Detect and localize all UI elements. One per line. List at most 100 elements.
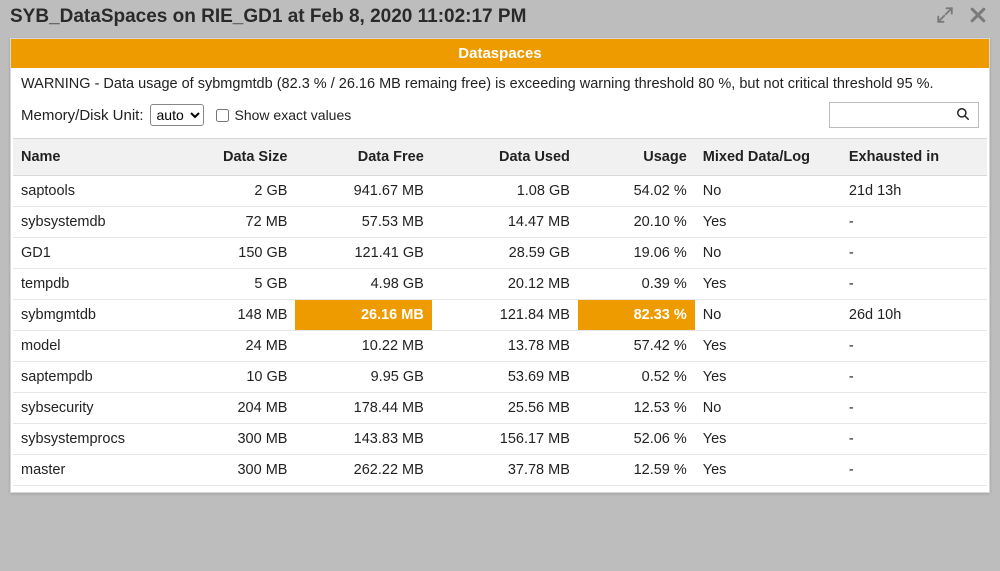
cell-data_free: 57.53 MB	[295, 207, 431, 238]
cell-mixed: Yes	[695, 362, 841, 393]
exact-values-wrap: Show exact values	[216, 107, 352, 123]
cell-mixed: No	[695, 300, 841, 331]
cell-data_used: 1.08 GB	[432, 176, 578, 207]
panel: Dataspaces WARNING - Data usage of sybmg…	[10, 38, 990, 493]
cell-data_size: 24 MB	[179, 331, 296, 362]
cell-data_size: 148 MB	[179, 300, 296, 331]
warning-text: WARNING - Data usage of sybmgmtdb (82.3 …	[11, 68, 989, 96]
cell-mixed: Yes	[695, 269, 841, 300]
table-row[interactable]: tempdb5 GB4.98 GB20.12 MB0.39 %Yes-	[13, 269, 987, 300]
cell-data_free: 941.67 MB	[295, 176, 431, 207]
cell-data_size: 150 GB	[179, 238, 296, 269]
cell-data_size: 72 MB	[179, 207, 296, 238]
table-row[interactable]: sybsystemdb72 MB57.53 MB14.47 MB20.10 %Y…	[13, 207, 987, 238]
col-data-used[interactable]: Data Used	[432, 139, 578, 176]
cell-name: master	[13, 455, 179, 486]
col-exhausted[interactable]: Exhausted in	[841, 139, 987, 176]
col-name[interactable]: Name	[13, 139, 179, 176]
cell-data_used: 37.78 MB	[432, 455, 578, 486]
cell-data_size: 204 MB	[179, 393, 296, 424]
cell-exhausted: 21d 13h	[841, 176, 987, 207]
cell-exhausted: -	[841, 238, 987, 269]
cell-data_free: 10.22 MB	[295, 331, 431, 362]
search-input[interactable]	[830, 105, 948, 125]
cell-data_free: 26.16 MB	[295, 300, 431, 331]
cell-data_free: 262.22 MB	[295, 455, 431, 486]
cell-exhausted: -	[841, 269, 987, 300]
cell-usage: 82.33 %	[578, 300, 695, 331]
cell-mixed: Yes	[695, 331, 841, 362]
cell-mixed: No	[695, 238, 841, 269]
cell-mixed: No	[695, 393, 841, 424]
cell-name: GD1	[13, 238, 179, 269]
cell-name: sybsystemdb	[13, 207, 179, 238]
cell-exhausted: -	[841, 331, 987, 362]
cell-name: saptempdb	[13, 362, 179, 393]
cell-exhausted: -	[841, 455, 987, 486]
table-header-row: Name Data Size Data Free Data Used Usage…	[13, 139, 987, 176]
cell-data_used: 53.69 MB	[432, 362, 578, 393]
table-row[interactable]: sybsecurity204 MB178.44 MB25.56 MB12.53 …	[13, 393, 987, 424]
cell-mixed: Yes	[695, 207, 841, 238]
table-row[interactable]: sybsystemprocs300 MB143.83 MB156.17 MB52…	[13, 424, 987, 455]
window-title: SYB_DataSpaces on RIE_GD1 at Feb 8, 2020…	[10, 6, 922, 28]
cell-data_used: 20.12 MB	[432, 269, 578, 300]
table-row[interactable]: master300 MB262.22 MB37.78 MB12.59 %Yes-	[13, 455, 987, 486]
cell-exhausted: 26d 10h	[841, 300, 987, 331]
banner: Dataspaces	[11, 39, 989, 68]
cell-mixed: Yes	[695, 424, 841, 455]
unit-select[interactable]: auto	[150, 104, 204, 126]
cell-data_free: 4.98 GB	[295, 269, 431, 300]
cell-name: model	[13, 331, 179, 362]
cell-name: tempdb	[13, 269, 179, 300]
controls-row: Memory/Disk Unit: auto Show exact values	[11, 96, 989, 138]
cell-data_free: 121.41 GB	[295, 238, 431, 269]
cell-exhausted: -	[841, 424, 987, 455]
cell-mixed: Yes	[695, 455, 841, 486]
cell-name: sybsecurity	[13, 393, 179, 424]
titlebar: SYB_DataSpaces on RIE_GD1 at Feb 8, 2020…	[0, 0, 1000, 34]
cell-usage: 57.42 %	[578, 331, 695, 362]
table-row[interactable]: GD1150 GB121.41 GB28.59 GB19.06 %No-	[13, 238, 987, 269]
cell-usage: 0.52 %	[578, 362, 695, 393]
cell-data_free: 9.95 GB	[295, 362, 431, 393]
table-row[interactable]: model24 MB10.22 MB13.78 MB57.42 %Yes-	[13, 331, 987, 362]
cell-mixed: No	[695, 176, 841, 207]
cell-name: saptools	[13, 176, 179, 207]
cell-data_used: 25.56 MB	[432, 393, 578, 424]
table-row[interactable]: saptempdb10 GB9.95 GB53.69 MB0.52 %Yes-	[13, 362, 987, 393]
cell-usage: 12.53 %	[578, 393, 695, 424]
table-row[interactable]: sybmgmtdb148 MB26.16 MB121.84 MB82.33 %N…	[13, 300, 987, 331]
cell-usage: 20.10 %	[578, 207, 695, 238]
search-box	[829, 102, 979, 128]
col-mixed[interactable]: Mixed Data/Log	[695, 139, 841, 176]
cell-data_size: 300 MB	[179, 455, 296, 486]
cell-usage: 0.39 %	[578, 269, 695, 300]
cell-data_size: 300 MB	[179, 424, 296, 455]
cell-data_free: 178.44 MB	[295, 393, 431, 424]
col-data-free[interactable]: Data Free	[295, 139, 431, 176]
cell-name: sybsystemprocs	[13, 424, 179, 455]
search-icon[interactable]	[948, 107, 978, 124]
expand-icon[interactable]	[936, 6, 954, 28]
table-row[interactable]: saptools2 GB941.67 MB1.08 GB54.02 %No21d…	[13, 176, 987, 207]
col-usage[interactable]: Usage	[578, 139, 695, 176]
cell-usage: 54.02 %	[578, 176, 695, 207]
cell-data_size: 5 GB	[179, 269, 296, 300]
cell-usage: 52.06 %	[578, 424, 695, 455]
cell-data_used: 13.78 MB	[432, 331, 578, 362]
dataspaces-table: Name Data Size Data Free Data Used Usage…	[13, 138, 987, 486]
cell-exhausted: -	[841, 207, 987, 238]
window: SYB_DataSpaces on RIE_GD1 at Feb 8, 2020…	[0, 0, 1000, 571]
exact-values-checkbox[interactable]	[216, 109, 229, 122]
exact-values-label: Show exact values	[235, 107, 352, 123]
cell-data_size: 2 GB	[179, 176, 296, 207]
cell-exhausted: -	[841, 362, 987, 393]
cell-data_used: 28.59 GB	[432, 238, 578, 269]
cell-usage: 12.59 %	[578, 455, 695, 486]
cell-data_used: 156.17 MB	[432, 424, 578, 455]
cell-data_size: 10 GB	[179, 362, 296, 393]
close-icon[interactable]	[968, 5, 988, 29]
col-data-size[interactable]: Data Size	[179, 139, 296, 176]
cell-usage: 19.06 %	[578, 238, 695, 269]
